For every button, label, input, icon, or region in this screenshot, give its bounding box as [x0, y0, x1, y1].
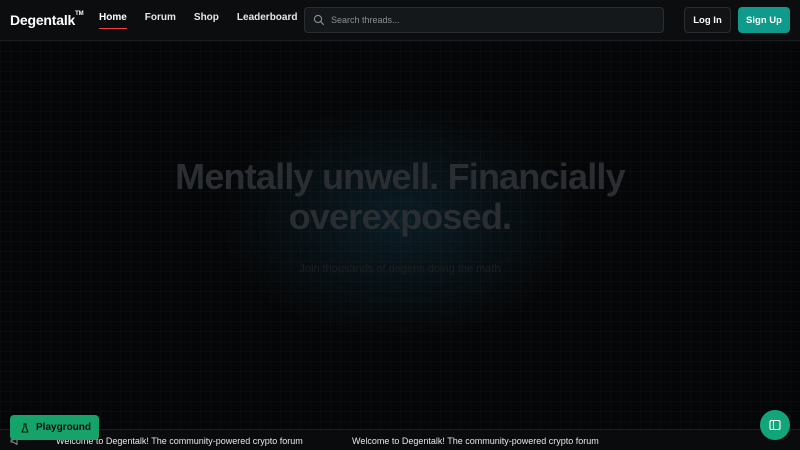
- nav-item-home[interactable]: Home: [99, 12, 127, 29]
- nav-item-leaderboard[interactable]: Leaderboard: [237, 12, 298, 29]
- nav-item-forum[interactable]: Forum: [145, 12, 176, 29]
- main-nav: Home Forum Shop Leaderboard: [99, 12, 315, 29]
- playground-button[interactable]: Playground: [10, 415, 99, 440]
- sidebar-panel-icon: [769, 419, 781, 431]
- panel-toggle-button[interactable]: [760, 410, 790, 440]
- search-input[interactable]: [331, 15, 663, 25]
- hero-subtitle: Join thousands of degens doing the math: [299, 263, 501, 275]
- logo[interactable]: DegentalkTM: [10, 11, 84, 28]
- signup-button[interactable]: Sign Up: [738, 7, 790, 33]
- announcement-ticker: Welcome to Degentalk! The community-powe…: [0, 429, 800, 450]
- playground-label: Playground: [36, 422, 92, 433]
- search-bar[interactable]: [304, 7, 664, 33]
- search-icon: [313, 14, 325, 26]
- hero-title: Mentally unwell. Financially overexposed…: [175, 156, 626, 237]
- hero-section: Mentally unwell. Financially overexposed…: [0, 41, 800, 429]
- login-button[interactable]: Log In: [684, 7, 731, 33]
- ticker-message: Welcome to Degentalk! The community-powe…: [352, 436, 599, 446]
- logo-text: Degentalk: [10, 12, 76, 28]
- flask-icon: [21, 423, 29, 432]
- nav-item-shop[interactable]: Shop: [194, 12, 219, 29]
- top-navbar: DegentalkTM Home Forum Shop Leaderboard …: [0, 0, 800, 41]
- logo-trademark: TM: [75, 11, 84, 17]
